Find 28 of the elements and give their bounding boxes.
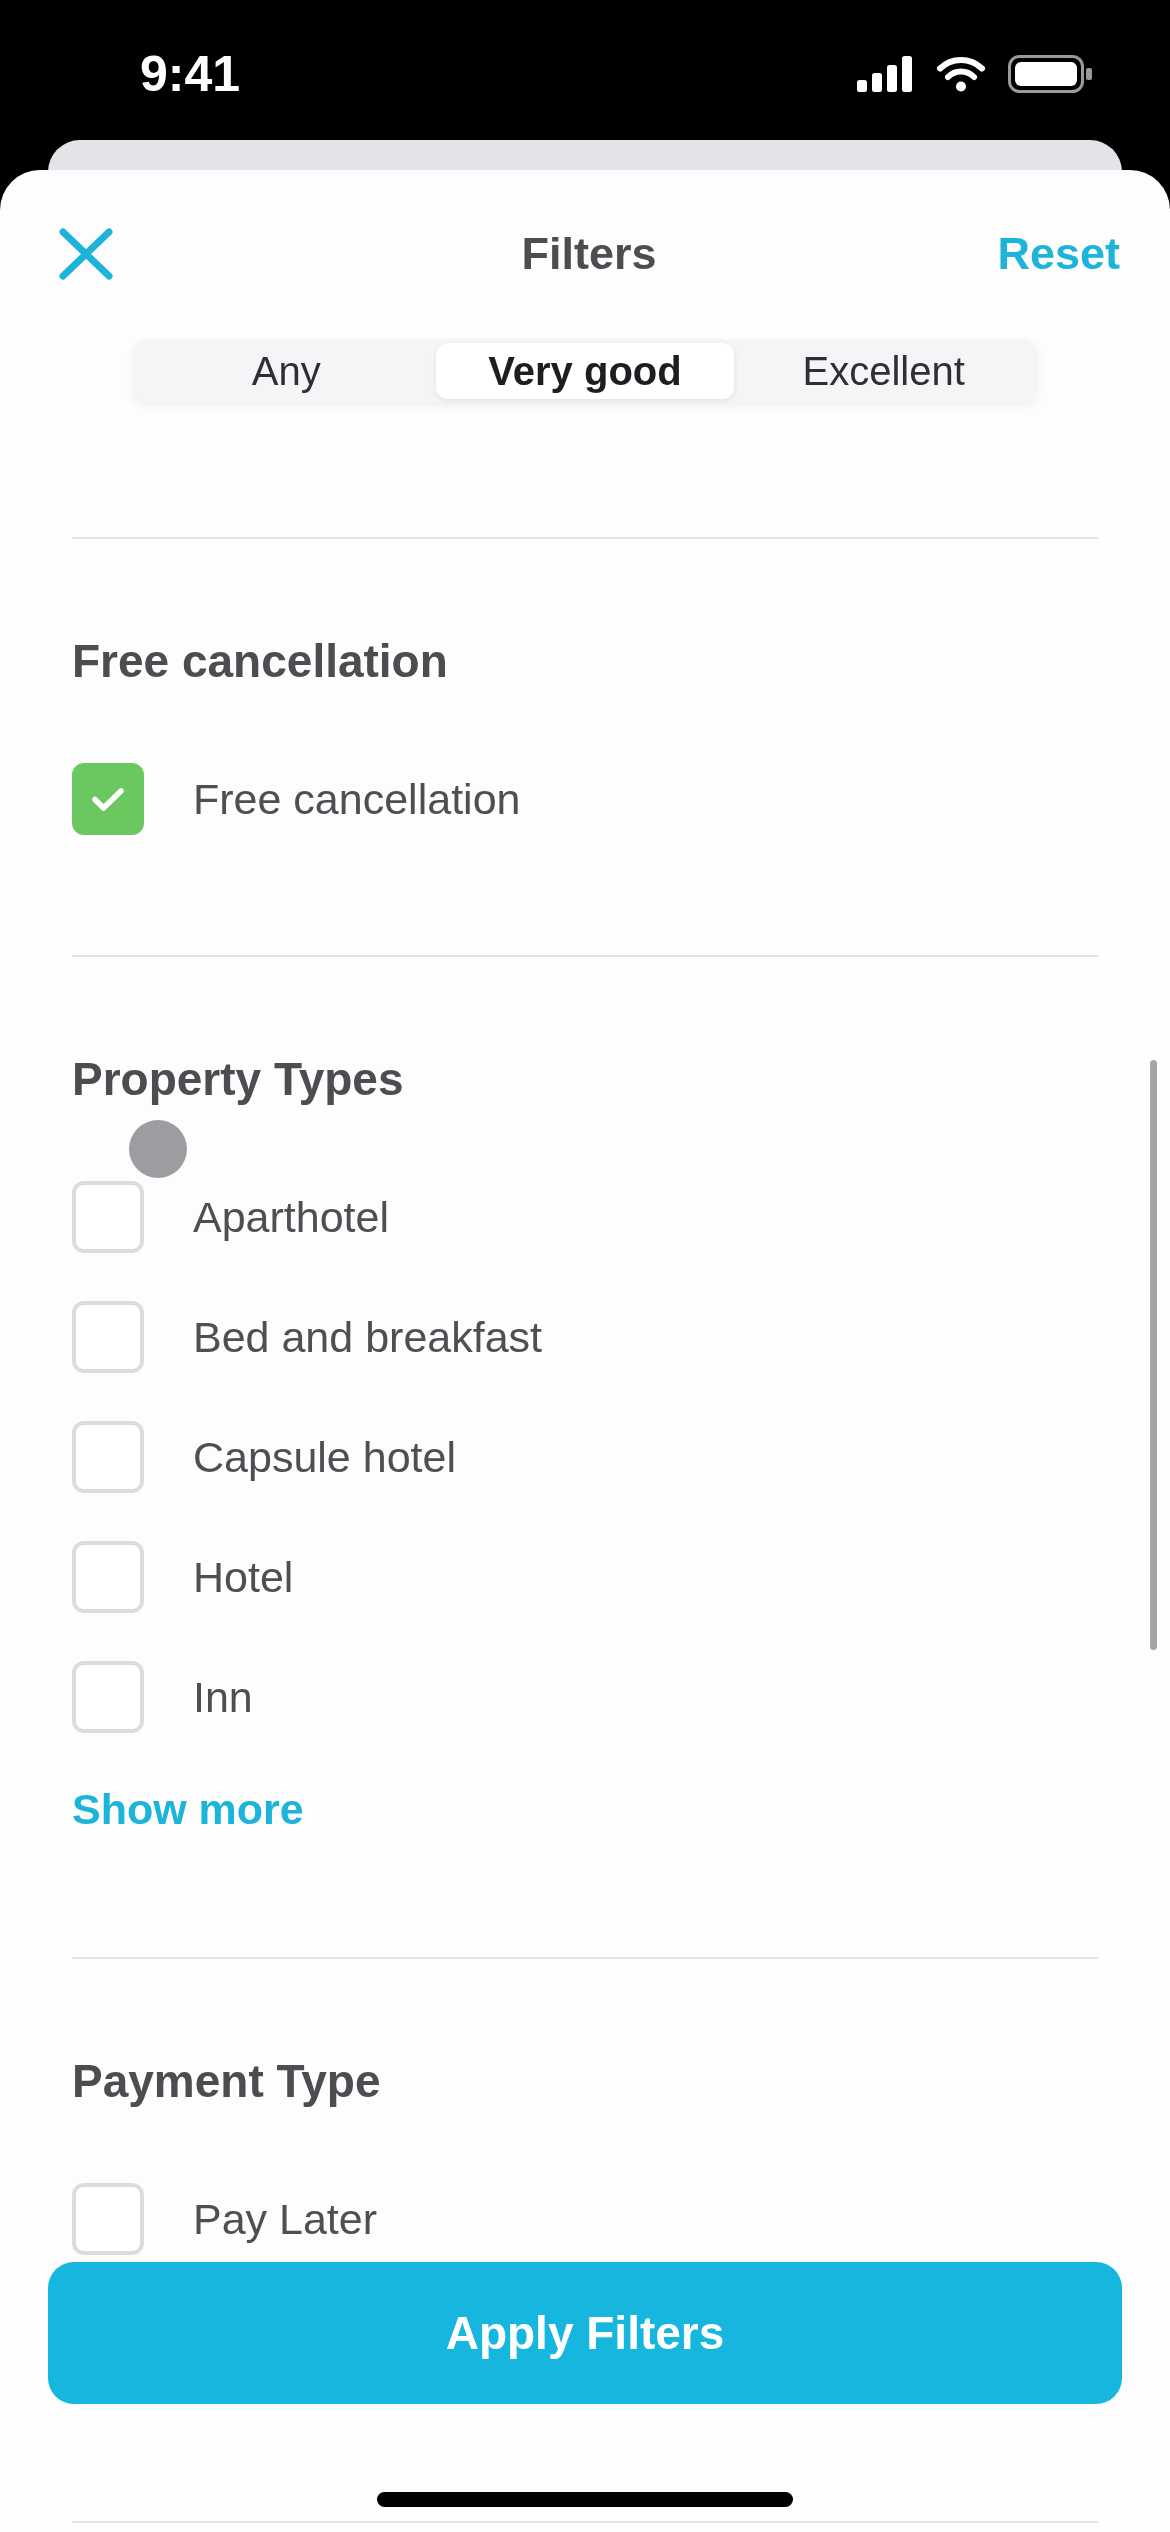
check-icon (91, 786, 125, 812)
checkbox[interactable] (72, 1181, 144, 1253)
rating-segment[interactable]: Very good (435, 343, 735, 399)
checkbox[interactable] (72, 1301, 144, 1373)
signal-icon (857, 56, 914, 92)
wifi-icon (936, 56, 986, 92)
checkbox[interactable] (72, 2183, 144, 2255)
checkbox[interactable] (72, 1661, 144, 1733)
rating-segment[interactable]: Excellent (734, 343, 1033, 399)
checkbox-label: Free cancellation (193, 774, 521, 825)
close-icon (58, 226, 114, 281)
checkbox-label: Aparthotel (193, 1192, 390, 1243)
status-time: 9:41 (140, 45, 241, 104)
sheet-title: Filters (521, 226, 657, 281)
battery-icon (1008, 55, 1092, 93)
rating-segment[interactable]: Any (137, 343, 436, 399)
section-heading: Property Types (72, 1052, 404, 1107)
checkbox-label: Inn (193, 1672, 253, 1723)
checkbox-label: Capsule hotel (193, 1432, 456, 1483)
close-button[interactable] (58, 226, 114, 281)
checkbox[interactable] (72, 763, 144, 835)
checkbox-label: Hotel (193, 1552, 294, 1603)
checkbox[interactable] (72, 1421, 144, 1493)
section-heading: Free cancellation (72, 634, 448, 689)
checkbox[interactable] (72, 1541, 144, 1613)
checkbox-label: Bed and breakfast (193, 1312, 543, 1363)
checkbox-label: Pay Later (193, 2194, 378, 2245)
section-heading: Payment Type (72, 2054, 381, 2109)
